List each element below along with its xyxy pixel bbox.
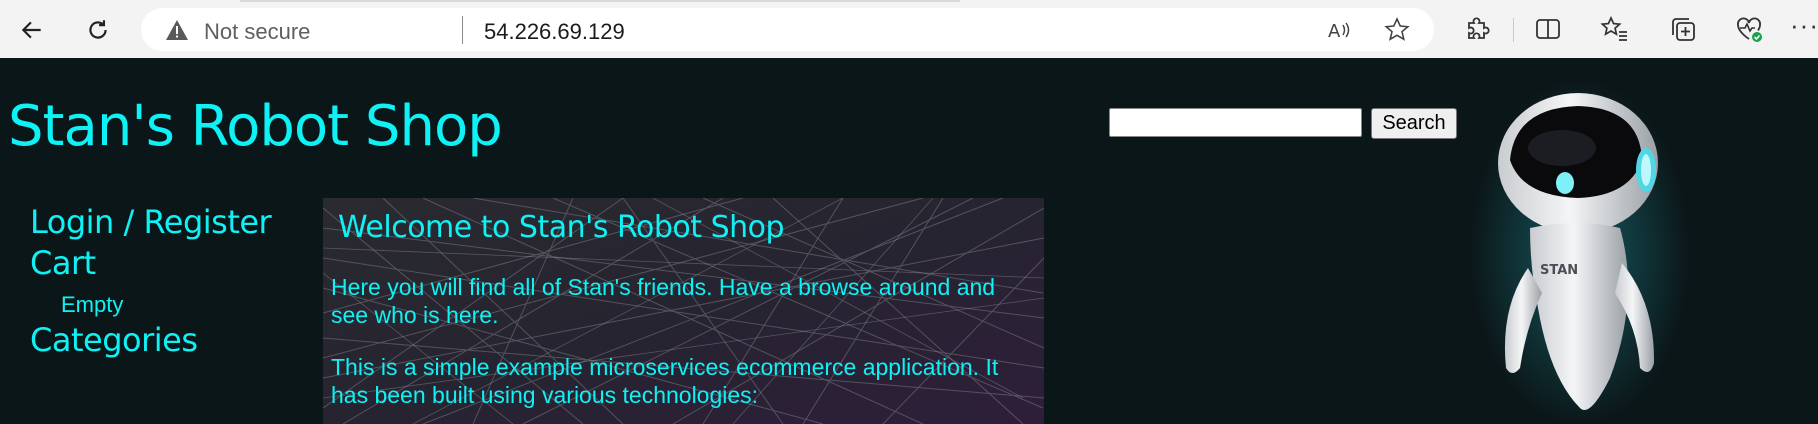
warning-icon[interactable] <box>165 19 189 41</box>
login-register-link[interactable]: Login / Register <box>30 203 272 241</box>
welcome-paragraph-1: Here you will find all of Stan's friends… <box>331 274 996 328</box>
welcome-paragraph-2: This is a simple example microservices e… <box>331 354 999 408</box>
address-separator <box>462 16 463 44</box>
address-bar[interactable]: Not secure 54.226.69.129 A <box>141 8 1434 51</box>
extensions-icon[interactable] <box>1461 14 1491 44</box>
more-icon[interactable]: ··· <box>1790 10 1818 41</box>
welcome-heading: Welcome to Stan's Robot Shop <box>338 210 785 245</box>
stan-robot-image: STAN <box>1470 78 1690 424</box>
categories-link[interactable]: Categories <box>30 321 198 359</box>
welcome-panel: Welcome to Stan's Robot Shop Here you wi… <box>323 198 1044 424</box>
refresh-icon[interactable] <box>78 10 118 50</box>
security-label[interactable]: Not secure <box>204 19 310 45</box>
tab-strip-edge <box>240 0 960 2</box>
read-aloud-icon[interactable]: A <box>1326 17 1352 43</box>
web-page: Stan's Robot Shop Search Login / Registe… <box>0 58 1818 424</box>
collections-icon[interactable] <box>1668 14 1698 44</box>
toolbar-separator <box>1513 18 1514 42</box>
favorites-icon[interactable] <box>1600 14 1630 44</box>
back-icon[interactable] <box>12 10 52 50</box>
cart-status: Empty <box>61 292 124 317</box>
performance-icon[interactable] <box>1734 14 1764 44</box>
cart-link[interactable]: Cart <box>30 244 96 282</box>
page-title: Stan's Robot Shop <box>8 94 503 159</box>
favorite-star-icon[interactable] <box>1384 17 1410 43</box>
svg-text:A: A <box>1328 21 1341 42</box>
split-screen-icon[interactable] <box>1533 14 1563 44</box>
browser-toolbar: Not secure 54.226.69.129 A ··· <box>0 0 1818 58</box>
search-button[interactable]: Search <box>1371 108 1457 139</box>
search-input[interactable] <box>1109 108 1362 137</box>
robot-badge: STAN <box>1540 263 1578 278</box>
url-text[interactable]: 54.226.69.129 <box>484 19 625 45</box>
